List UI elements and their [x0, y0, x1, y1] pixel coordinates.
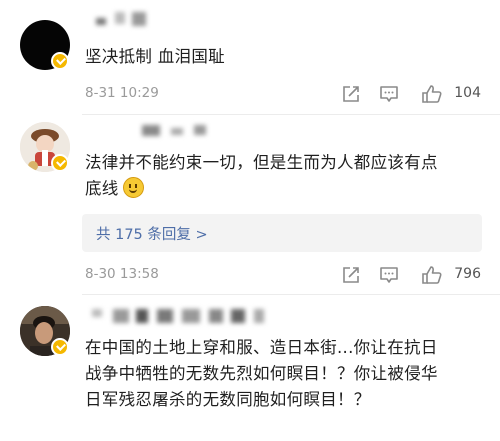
- comment-text: 法律并不能约束一切，但是生而为人都应该有点 底线: [85, 153, 438, 198]
- replies-box[interactable]: 共 175 条回复 >: [82, 214, 482, 252]
- username-blurred[interactable]: [96, 12, 147, 31]
- smile-emoji-icon: [122, 177, 144, 198]
- username-blurred[interactable]: [92, 309, 264, 328]
- share-icon[interactable]: [341, 265, 361, 285]
- comment-time: 8-30 13:58: [85, 266, 159, 282]
- divider: [82, 114, 500, 115]
- comment-meta: 8-30 13:58 796: [85, 263, 495, 287]
- comment-icon[interactable]: [379, 84, 399, 104]
- comment-text: 在中国的土地上穿和服、造日本街...你让在抗日 战争中牺牲的无数先烈如何瞑目！？…: [85, 338, 438, 409]
- divider: [82, 294, 500, 295]
- view-replies-link[interactable]: 共 175 条回复 >: [96, 223, 208, 244]
- thumbs-up-icon[interactable]: [421, 84, 443, 104]
- verified-badge-icon: [51, 52, 69, 70]
- username-blurred[interactable]: [142, 125, 207, 144]
- comment-text: 坚决抵制 血泪国耻: [85, 47, 225, 66]
- thumbs-up-icon[interactable]: [421, 265, 443, 285]
- share-icon[interactable]: [341, 84, 361, 104]
- comment-time: 8-31 10:29: [85, 85, 159, 101]
- comment-icon[interactable]: [379, 265, 399, 285]
- like-count: 104: [454, 85, 481, 101]
- like-count: 796: [454, 266, 481, 282]
- comment-meta: 8-31 10:29 104: [85, 82, 495, 106]
- verified-badge-icon: [51, 154, 69, 172]
- verified-badge-icon: [51, 338, 69, 356]
